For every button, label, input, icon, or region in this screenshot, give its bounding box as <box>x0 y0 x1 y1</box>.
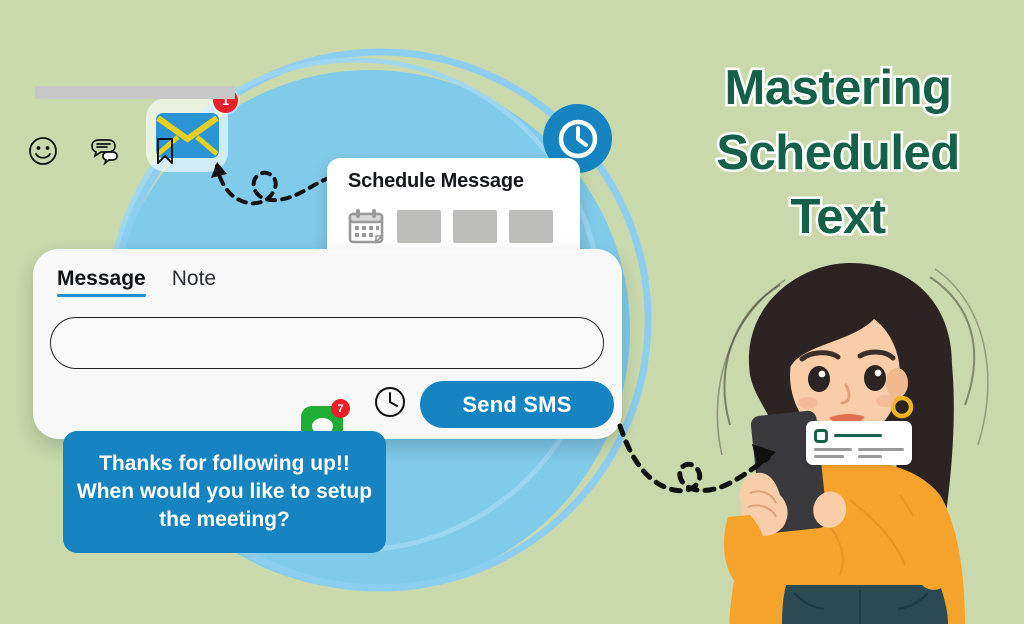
bookmark-icon[interactable] <box>150 136 180 166</box>
chat-templates-icon[interactable] <box>89 136 119 166</box>
schedule-slot[interactable] <box>397 209 441 243</box>
calendar-icon[interactable] <box>347 207 385 245</box>
notification-line <box>814 455 844 458</box>
chat-bubble: Thanks for following up!! When would you… <box>63 431 386 553</box>
poster-canvas: Mastering Scheduled Text 1 Schedule Mess… <box>0 0 1024 624</box>
headline-line-2: Scheduled <box>714 123 963 182</box>
schedule-card-title: Schedule Message <box>348 170 524 192</box>
notification-line <box>858 448 904 451</box>
dashed-curved-arrow-icon <box>617 423 776 494</box>
composer-tabs: Message Note <box>57 267 216 297</box>
tab-message[interactable]: Message <box>57 267 146 297</box>
app-square-icon <box>814 429 828 443</box>
smiley-icon[interactable] <box>28 136 58 166</box>
messages-badge: 7 <box>331 399 350 418</box>
send-sms-button[interactable]: Send SMS <box>420 381 614 428</box>
page-title: Mastering Scheduled Text <box>660 56 1016 250</box>
message-input-placeholder-bar <box>35 86 235 99</box>
schedule-card-fields <box>347 207 553 245</box>
notification-line <box>814 448 852 451</box>
schedule-message-card[interactable]: Schedule Message <box>327 158 580 261</box>
tab-note[interactable]: Note <box>172 267 216 297</box>
jeans <box>782 585 948 624</box>
headline-line-3: Text <box>788 188 889 247</box>
schedule-slot[interactable] <box>509 209 553 243</box>
phone-notification-card <box>806 421 912 465</box>
schedule-slot[interactable] <box>453 209 497 243</box>
headline-line-1: Mastering <box>722 59 954 118</box>
schedule-clock-icon[interactable] <box>374 386 406 418</box>
message-input[interactable] <box>50 317 604 369</box>
composer-toolbar <box>28 136 180 166</box>
clock-glyph <box>558 119 597 158</box>
notification-line <box>858 455 882 458</box>
notification-title-bar <box>834 434 882 437</box>
